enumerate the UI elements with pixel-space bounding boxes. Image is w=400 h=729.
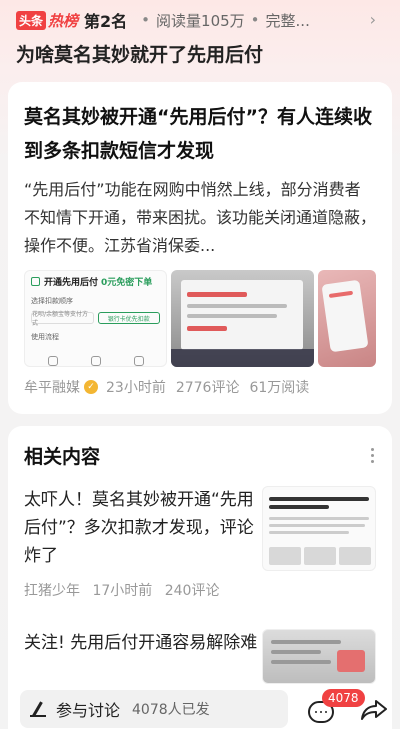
- checkbox-icon: [31, 277, 40, 286]
- thumb-graphic: [269, 517, 369, 520]
- article-source[interactable]: 牟平融媒: [24, 377, 80, 397]
- phone-photo: [321, 279, 369, 353]
- related-item-thumbnail[interactable]: [262, 629, 376, 684]
- logo-box: 头条: [16, 10, 47, 30]
- related-item-title[interactable]: 关注! 先用后付开通容易解除难: [24, 629, 264, 657]
- thumb-graphic: [304, 547, 336, 565]
- comment-count-badge: 4078: [322, 689, 365, 707]
- step-icon: [47, 356, 58, 366]
- thumb-graphic: [269, 524, 365, 527]
- thumb-graphic: [269, 547, 301, 565]
- related-item-meta: 扛猪少年 17小时前 240评论: [24, 580, 376, 600]
- logo-hot: 热榜: [48, 11, 79, 30]
- thumb-graphic: [339, 547, 371, 565]
- read-count: 阅读量105万: [156, 11, 245, 30]
- related-content-card: 相关内容 太吓人！莫名其妙被开通“先用后付”？多次扣款才发现，评论炸了 扛猪少年…: [8, 426, 392, 729]
- full-list-link[interactable]: 完整...: [266, 10, 310, 31]
- image-1-promo: 0元免密下单: [101, 278, 153, 288]
- thumb-graphic: [269, 505, 329, 509]
- thumb-graphic: [271, 650, 321, 654]
- hotlist-header[interactable]: 头条 热榜 第2名 • 阅读量105万 • 完整... ›: [0, 0, 400, 40]
- discussion-label: 参与讨论: [56, 700, 121, 720]
- article-images[interactable]: 开通先用后付 0元免密下单 选择扣款顺序 花呗/余额宝等支付方式 银行卡优先扣款…: [24, 270, 376, 367]
- verified-icon: ✓: [84, 380, 98, 394]
- thumb-graphic: [269, 531, 349, 534]
- article-time: 23小时前: [106, 380, 166, 396]
- pen-icon: [30, 701, 46, 717]
- article-image-2[interactable]: [171, 270, 314, 367]
- image-1-row-2: 使用流程: [31, 333, 59, 341]
- related-header: 相关内容: [24, 442, 376, 469]
- image-1-option-1: 花呗/余额宝等支付方式: [31, 311, 94, 327]
- hot-topic-title: 为啥莫名其妙就开了先用后付: [16, 44, 264, 66]
- article-meta: 牟平融媒 ✓ 23小时前 2776评论 61万阅读: [24, 377, 376, 397]
- image-graphic: [187, 292, 247, 297]
- article-reads: 61万阅读: [249, 380, 310, 396]
- related-item[interactable]: 关注! 先用后付开通容易解除难: [24, 629, 376, 684]
- article-headline[interactable]: 莫名其妙被开通“先用后付”？有人连续收到多条扣款短信才发现: [24, 100, 376, 168]
- related-item-source: 扛猪少年: [24, 583, 80, 599]
- thumb-graphic: [271, 660, 331, 664]
- article-card[interactable]: 莫名其妙被开通“先用后付”？有人连续收到多条扣款短信才发现 “先用后付”功能在网…: [8, 82, 392, 414]
- step-icon: [90, 356, 101, 366]
- separator-dot: •: [141, 11, 151, 29]
- image-1-header: 开通先用后付 0元免密下单: [31, 275, 160, 288]
- share-icon[interactable]: [360, 698, 388, 722]
- image-1-icons: [31, 356, 160, 366]
- news-caption-bar: [171, 349, 314, 367]
- more-icon[interactable]: [371, 448, 374, 463]
- article-image-1[interactable]: 开通先用后付 0元免密下单 选择扣款顺序 花呗/余额宝等支付方式 银行卡优先扣款…: [24, 270, 167, 367]
- article-image-3[interactable]: [318, 270, 376, 367]
- related-item-time: 17小时前: [92, 583, 153, 599]
- related-item-thumbnail[interactable]: [262, 486, 376, 571]
- discussion-input[interactable]: 参与讨论 4078人已发: [20, 689, 288, 728]
- thumb-graphic: [337, 650, 365, 672]
- related-item-comments: 240评论: [164, 583, 220, 599]
- chevron-right-icon[interactable]: ›: [370, 10, 376, 29]
- rank-label: 第2名: [84, 12, 128, 31]
- image-1-options: 花呗/余额宝等支付方式 银行卡优先扣款: [31, 311, 160, 327]
- toutiao-hotlist-logo: 头条 热榜: [16, 10, 78, 31]
- thumb-graphic: [269, 497, 369, 501]
- separator-dot: •: [250, 11, 260, 29]
- image-graphic: [187, 314, 277, 318]
- related-item[interactable]: 太吓人！莫名其妙被开通“先用后付”？多次扣款才发现，评论炸了 扛猪少年 17小时…: [24, 486, 376, 600]
- article-summary: “先用后付”功能在网购中悄然上线，部分消费者不知情下开通，带来困扰。该功能关闭通…: [24, 180, 377, 255]
- image-graphic: [187, 304, 287, 308]
- step-icon: [133, 356, 144, 366]
- related-item-title[interactable]: 太吓人！莫名其妙被开通“先用后付”？多次扣款才发现，评论炸了: [24, 486, 264, 570]
- image-1-title: 开通先用后付: [44, 278, 99, 288]
- image-graphic: [187, 326, 227, 331]
- thumb-graphic: [271, 640, 341, 644]
- image-1-option-2: 银行卡优先扣款: [97, 312, 160, 324]
- related-title: 相关内容: [24, 446, 101, 468]
- article-comments: 2776评论: [175, 380, 240, 396]
- image-1-row-1: 选择扣款顺序: [31, 297, 73, 305]
- discussion-count: 4078人已发: [132, 701, 210, 718]
